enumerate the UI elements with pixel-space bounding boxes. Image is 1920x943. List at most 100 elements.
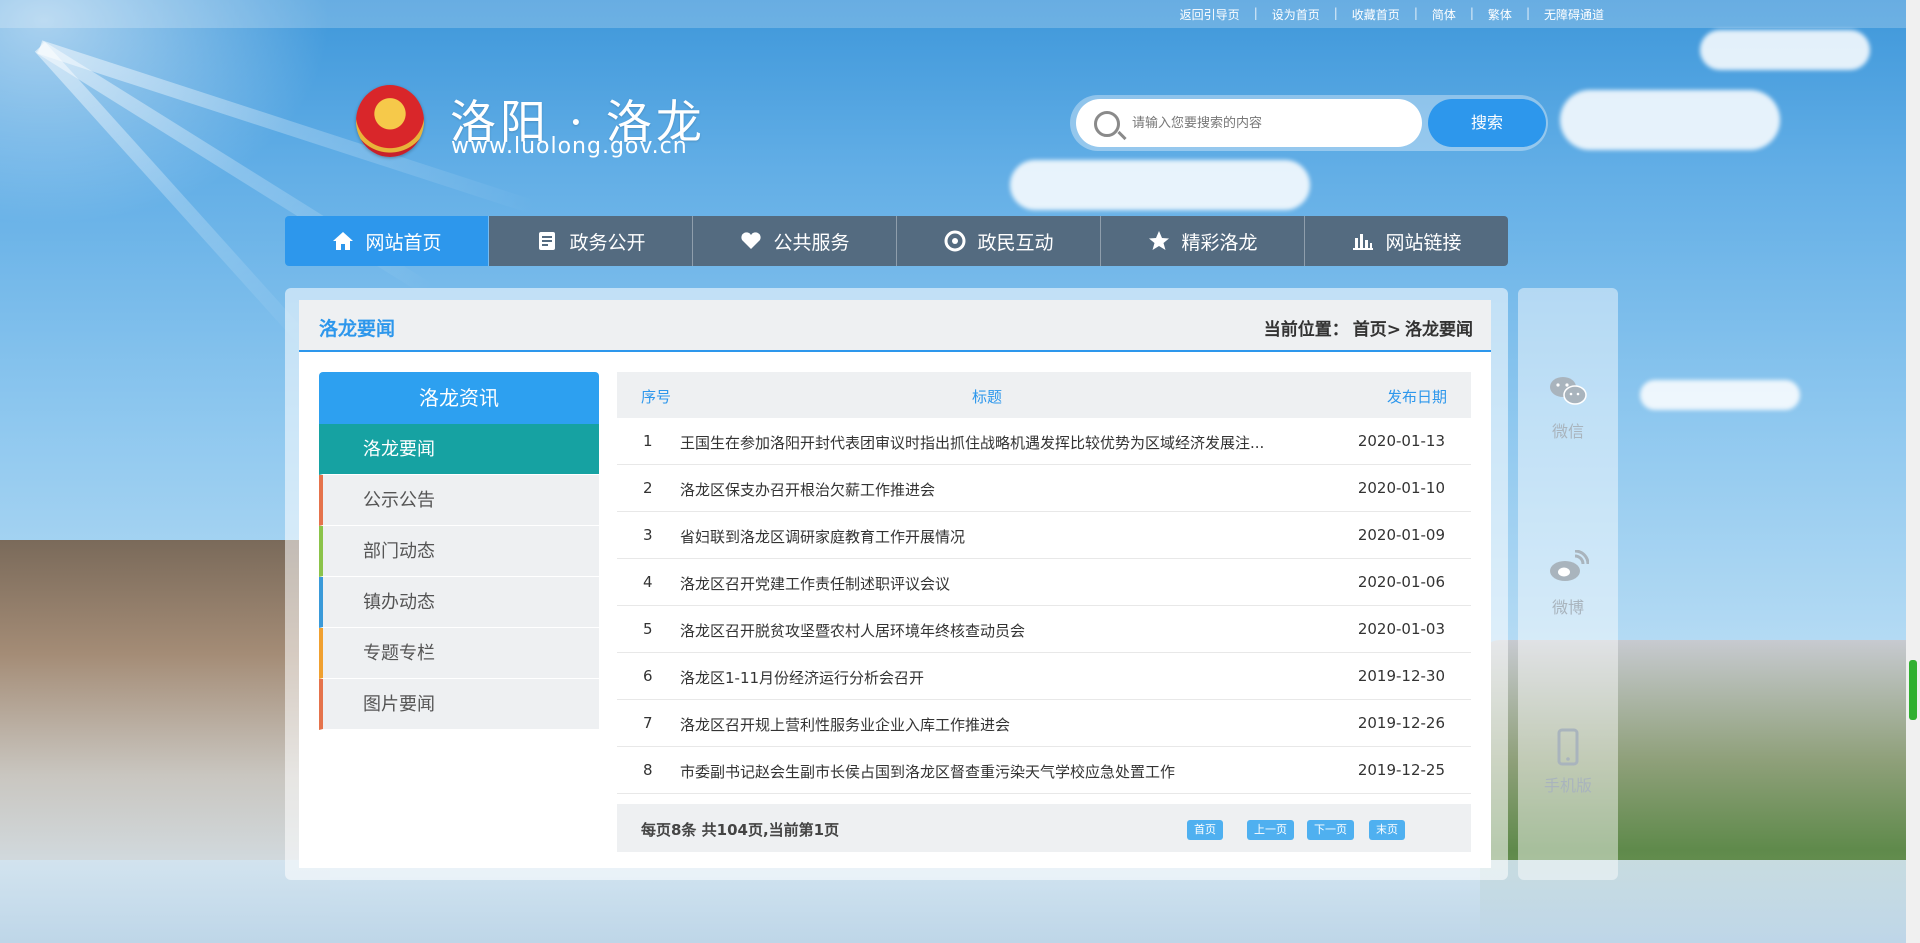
row-number: 1: [643, 432, 653, 450]
row-number: 7: [643, 714, 653, 732]
row-number: 5: [643, 620, 653, 638]
nav-label: 公共服务: [773, 231, 850, 254]
breadcrumb: 当前位置： 首页> 洛龙要闻: [1264, 315, 1473, 340]
mobile-label: 手机版: [1543, 776, 1592, 795]
cloud: [1560, 90, 1780, 150]
national-emblem-logo: [356, 85, 424, 157]
page-scrollbar[interactable]: [1906, 0, 1920, 943]
row-number: 4: [643, 573, 653, 591]
sidebar-item-announcements[interactable]: 公示公告: [319, 475, 599, 526]
sidebar: 洛龙资讯 洛龙要闻 公示公告 部门动态 镇办动态 专题专栏 图片要闻: [319, 372, 599, 730]
row-date: 2019-12-25: [1357, 761, 1445, 779]
star-icon: [1147, 230, 1171, 252]
home-icon: [331, 230, 355, 252]
column-header-title: 标题: [972, 388, 1003, 406]
weibo-link[interactable]: 微博: [1518, 549, 1618, 618]
news-title-link[interactable]: 洛龙区召开脱贫攻坚暨农村人居环境年终核查动员会: [680, 620, 1310, 641]
pagination: 每页8条 共104页,当前第1页 首页 上一页 下一页 末页: [617, 804, 1471, 852]
document-icon: [535, 230, 559, 252]
first-page-button[interactable]: 首页: [1187, 820, 1223, 840]
separator: |: [1525, 6, 1530, 20]
breadcrumb-prefix: 当前位置：: [1263, 320, 1349, 340]
cloud: [1700, 30, 1870, 70]
news-title-link[interactable]: 王国生在参加洛阳开封代表团审议时指出抓住战略机遇发挥比较优势为区域经济发展注..…: [680, 432, 1310, 453]
news-title-link[interactable]: 洛龙区1-11月份经济运行分析会召开: [680, 667, 1310, 688]
interaction-icon: [943, 230, 967, 252]
last-page-button[interactable]: 末页: [1369, 820, 1405, 840]
news-title-link[interactable]: 省妇联到洛龙区调研家庭教育工作开展情况: [680, 526, 1310, 547]
row-number: 2: [643, 479, 653, 497]
search-box: [1076, 99, 1422, 147]
table-row: 5 洛龙区召开脱贫攻坚暨农村人居环境年终核查动员会 2020-01-03: [617, 606, 1471, 653]
row-number: 3: [643, 526, 653, 544]
separator: |: [1413, 6, 1418, 20]
prev-page-button[interactable]: 上一页: [1247, 820, 1294, 840]
top-bar: 返回引导页 | 设为首页 | 收藏首页 | 简体 | 繁体 | 无障碍通道: [0, 0, 1920, 28]
row-date: 2020-01-10: [1357, 479, 1445, 497]
nav-item-home[interactable]: 网站首页: [285, 216, 489, 266]
nav-item-gov-affairs[interactable]: 政务公开: [489, 216, 693, 266]
sidebar-item-news[interactable]: 洛龙要闻: [319, 424, 599, 475]
news-title-link[interactable]: 洛龙区召开规上营利性服务业企业入库工作推进会: [680, 714, 1310, 735]
row-number: 8: [643, 761, 653, 779]
top-link-simplified[interactable]: 简体: [1418, 6, 1470, 23]
breadcrumb-current: 洛龙要闻: [1405, 320, 1473, 340]
weibo-label: 微博: [1551, 598, 1584, 617]
search-icon: [1094, 111, 1120, 137]
top-link-bookmark[interactable]: 收藏首页: [1338, 6, 1414, 23]
breadcrumb-home-link[interactable]: 首页>: [1353, 315, 1401, 340]
content-panel-inner: 洛龙要闻 当前位置： 首页> 洛龙要闻 洛龙资讯 洛龙要闻 公示公告 部门动态 …: [299, 300, 1491, 868]
top-link-traditional[interactable]: 繁体: [1474, 6, 1526, 23]
column-header-date: 发布日期: [1386, 388, 1447, 406]
scrollbar-thumb[interactable]: [1909, 660, 1917, 720]
table-row: 8 市委副书记赵会生副市长侯占国到洛龙区督查重污染天气学校应急处置工作 2019…: [617, 747, 1471, 794]
table-row: 3 省妇联到洛龙区调研家庭教育工作开展情况 2020-01-09: [617, 512, 1471, 559]
row-date: 2019-12-30: [1357, 667, 1445, 685]
sidebar-item-photo-news[interactable]: 图片要闻: [319, 679, 599, 730]
top-link-set-homepage[interactable]: 设为首页: [1258, 6, 1334, 23]
news-title-link[interactable]: 市委副书记赵会生副市长侯占国到洛龙区督查重污染天气学校应急处置工作: [680, 761, 1310, 782]
nav-label: 精彩洛龙: [1181, 231, 1258, 254]
nav-label: 政务公开: [569, 231, 646, 254]
column-header-number: 序号: [641, 388, 672, 406]
wechat-label: 微信: [1551, 422, 1584, 441]
nav-item-links[interactable]: 网站链接: [1305, 216, 1508, 266]
top-link-portal[interactable]: 返回引导页: [1166, 6, 1254, 23]
top-link-accessibility[interactable]: 无障碍通道: [1530, 6, 1618, 23]
separator: |: [1253, 6, 1258, 20]
content-panel: 洛龙要闻 当前位置： 首页> 洛龙要闻 洛龙资讯 洛龙要闻 公示公告 部门动态 …: [285, 288, 1508, 880]
row-date: 2020-01-06: [1357, 573, 1445, 591]
news-list: 序号 标题 发布日期 1 王国生在参加洛阳开封代表团审议时指出抓住战略机遇发挥比…: [617, 372, 1471, 852]
table-row: 2 洛龙区保支办召开根治欠薪工作推进会 2020-01-10: [617, 465, 1471, 512]
wechat-link[interactable]: 微信: [1518, 374, 1618, 442]
separator: |: [1333, 6, 1338, 20]
nav-label: 政民互动: [977, 231, 1054, 254]
search-button[interactable]: 搜索: [1428, 99, 1546, 147]
separator: |: [1469, 6, 1474, 20]
bar-chart-icon: [1351, 230, 1375, 252]
site-url: www.luolong.gov.cn: [451, 134, 688, 159]
search-input[interactable]: [1132, 111, 1412, 135]
row-number: 6: [643, 667, 653, 685]
mobile-link[interactable]: 手机版: [1518, 728, 1618, 796]
search-bar: 搜索: [1070, 95, 1548, 151]
news-title-link[interactable]: 洛龙区召开党建工作责任制述职评议会议: [680, 573, 1310, 594]
sidebar-item-town-news[interactable]: 镇办动态: [319, 577, 599, 628]
next-page-button[interactable]: 下一页: [1307, 820, 1354, 840]
sidebar-item-special-topics[interactable]: 专题专栏: [319, 628, 599, 679]
list-header: 序号 标题 发布日期: [617, 372, 1471, 418]
news-title-link[interactable]: 洛龙区保支办召开根治欠薪工作推进会: [680, 479, 1310, 500]
table-row: 6 洛龙区1-11月份经济运行分析会召开 2019-12-30: [617, 653, 1471, 700]
main-nav: 网站首页 政务公开 公共服务 政民互动 精彩洛龙 网站链接: [285, 216, 1508, 266]
page-title: 洛龙要闻: [319, 318, 396, 340]
nav-item-interaction[interactable]: 政民互动: [897, 216, 1101, 266]
mobile-phone-icon: [1518, 728, 1618, 772]
sidebar-item-department-news[interactable]: 部门动态: [319, 526, 599, 577]
nav-item-luolong[interactable]: 精彩洛龙: [1101, 216, 1305, 266]
nav-label: 网站链接: [1385, 231, 1462, 254]
row-date: 2019-12-26: [1357, 714, 1445, 732]
row-date: 2020-01-09: [1357, 526, 1445, 544]
weibo-icon: [1518, 549, 1618, 594]
table-row: 7 洛龙区召开规上营利性服务业企业入库工作推进会 2019-12-26: [617, 700, 1471, 747]
nav-item-public-service[interactable]: 公共服务: [693, 216, 897, 266]
